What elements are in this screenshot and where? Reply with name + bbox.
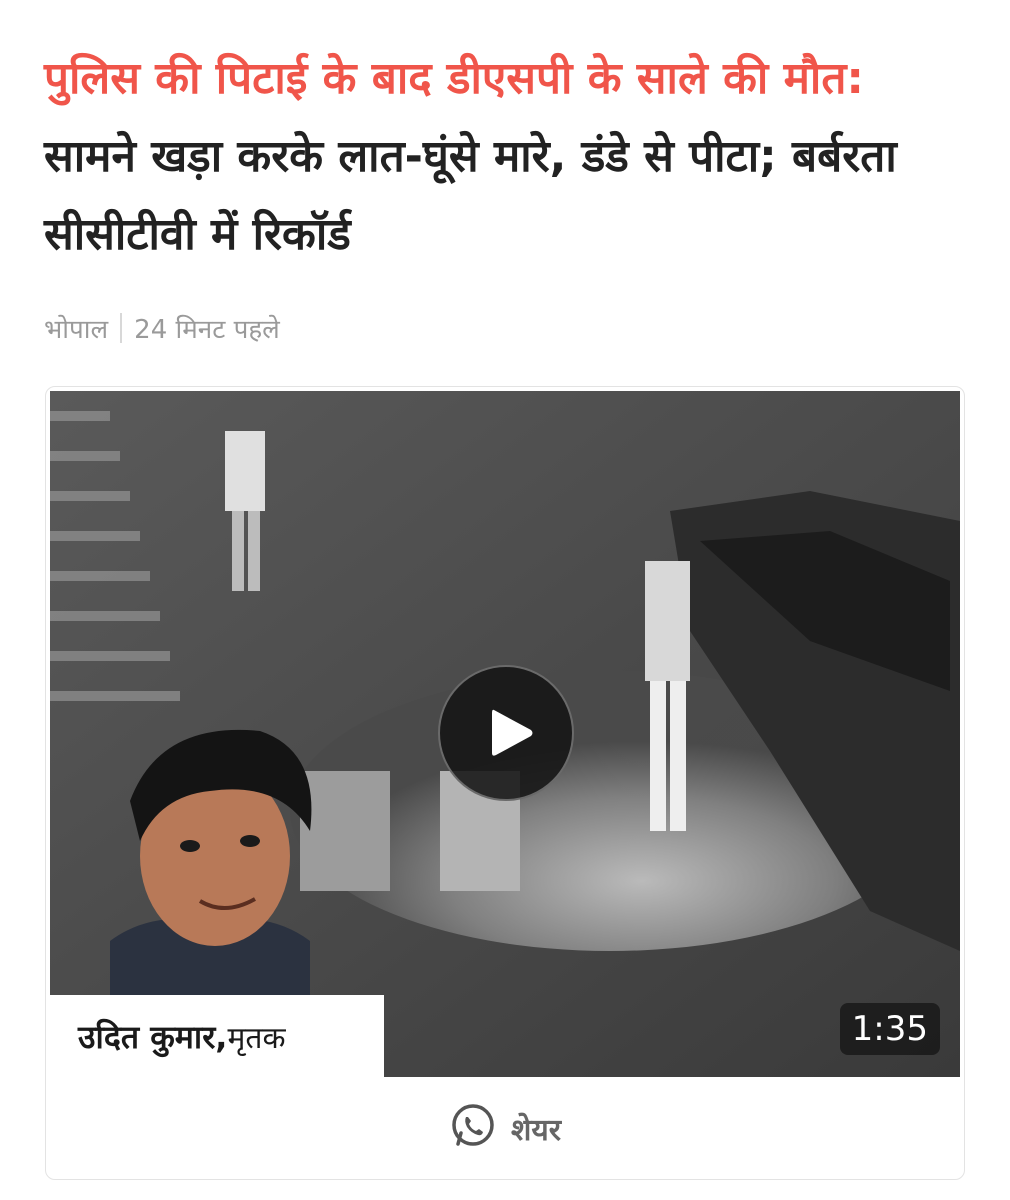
headline[interactable]: पुलिस की पिटाई के बाद डीएसपी के साले की … [44,40,944,274]
share-label: शेयर [510,1112,562,1148]
meta-divider [120,313,123,343]
article-meta: भोपाल 24 मिनट पहले [44,310,280,346]
whatsapp-icon [449,1102,497,1154]
headline-rest: सामने खड़ा करके लात-घूंसे मारे, डंडे से … [44,131,897,260]
headline-kicker: पुलिस की पिटाई के बाद डीएसपी के साले की … [44,53,864,104]
share-button[interactable]: शेयर [46,1077,964,1179]
video-duration: 1:35 [839,1003,940,1055]
play-icon [492,709,533,756]
location-label[interactable]: भोपाल [44,310,108,346]
video-player[interactable]: 1:35 उदित कुमार, मृतक [50,391,960,1077]
caption-role: मृतक [227,1020,286,1056]
play-button[interactable] [438,665,574,801]
video-caption: उदित कुमार, मृतक [50,995,384,1077]
video-card: 1:35 उदित कुमार, मृतक शेयर [45,386,965,1180]
timestamp: 24 मिनट पहले [134,315,280,345]
article-page: पुलिस की पिटाई के बाद डीएसपी के साले की … [0,0,1010,1200]
caption-name: उदित कुमार, [78,1017,228,1056]
person-photo [110,729,312,997]
